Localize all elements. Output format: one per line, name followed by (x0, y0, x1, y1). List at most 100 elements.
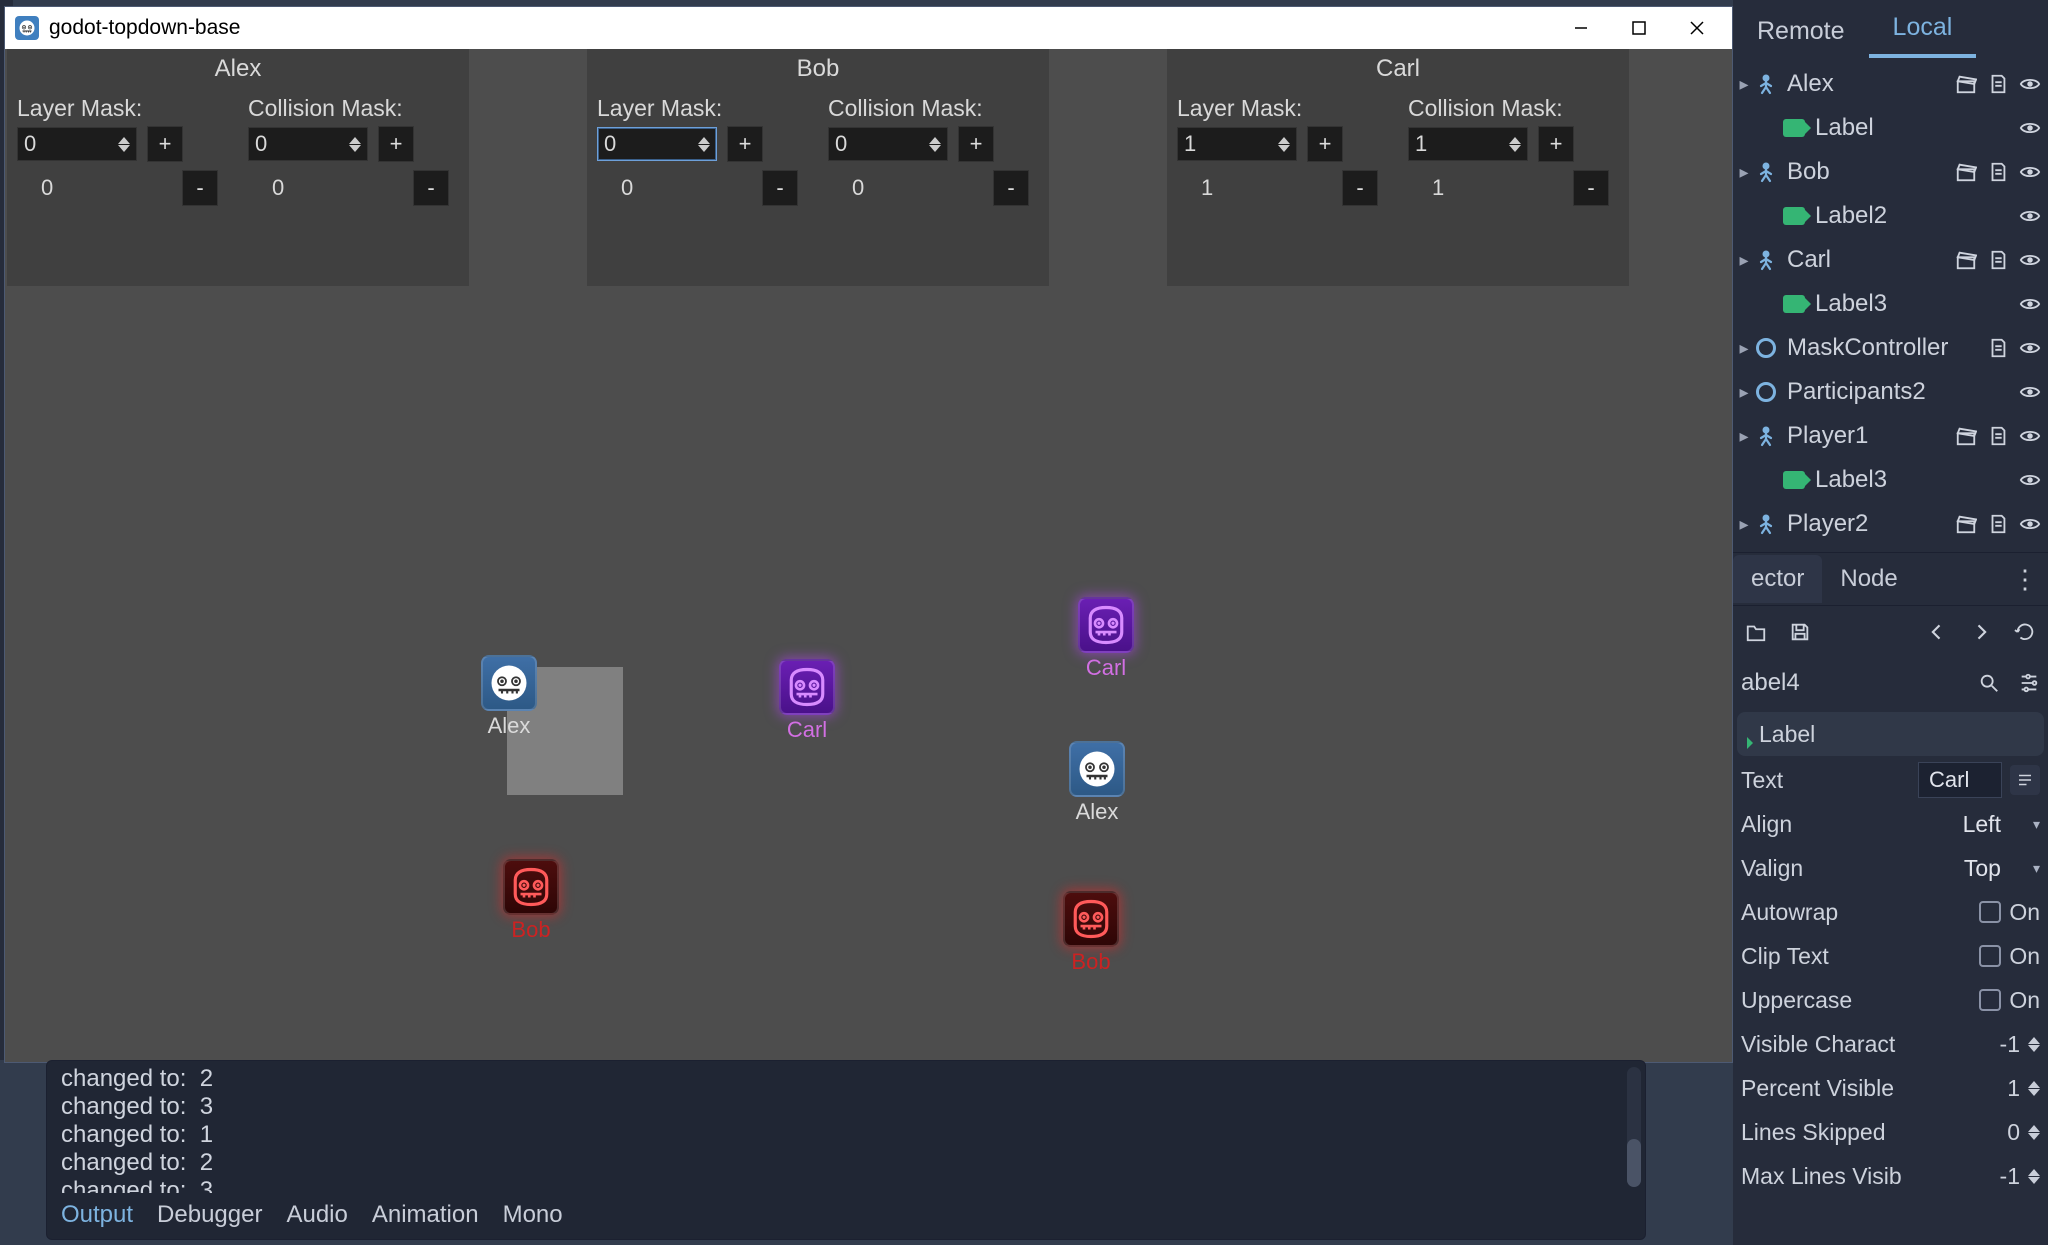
spin-down-icon[interactable] (118, 145, 130, 152)
clapper-icon[interactable] (1954, 160, 1978, 184)
align-dropdown[interactable]: Left▾ (1963, 811, 2040, 838)
text-input[interactable]: Carl (1918, 762, 2002, 798)
tree-node[interactable]: ▸ MaskController (1733, 326, 2048, 370)
inspector-menu-icon[interactable]: ⋮ (2002, 564, 2048, 595)
tree-node[interactable]: ▸ Carl (1733, 238, 2048, 282)
clapper-icon[interactable] (1954, 424, 1978, 448)
eye-icon[interactable] (2018, 424, 2042, 448)
script-icon[interactable] (1986, 512, 2010, 536)
spin-down-icon[interactable] (698, 145, 710, 152)
tab-remote[interactable]: Remote (1733, 7, 1869, 58)
layer-remove-button[interactable]: - (1342, 170, 1378, 206)
search-icon[interactable] (1978, 672, 2000, 694)
collision-add-button[interactable]: + (958, 126, 994, 162)
spin-down-icon[interactable] (929, 145, 941, 152)
eye-icon[interactable] (2018, 160, 2042, 184)
tree-node[interactable]: Label (1733, 106, 2048, 150)
history-icon[interactable] (2012, 619, 2038, 645)
script-icon[interactable] (1986, 248, 2010, 272)
layer-add-button[interactable]: + (1307, 126, 1343, 162)
valign-dropdown[interactable]: Top▾ (1964, 855, 2040, 882)
layer-remove-button[interactable]: - (182, 170, 218, 206)
layer-mask-input[interactable] (1184, 131, 1278, 157)
percent-visible-spinner[interactable] (2028, 1081, 2040, 1096)
max-lines-spinner[interactable] (2028, 1169, 2040, 1184)
eye-icon[interactable] (2018, 72, 2042, 96)
output-console[interactable]: changed to: 2changed to: 3changed to: 1c… (47, 1061, 1645, 1193)
expand-icon[interactable]: ▸ (1737, 426, 1751, 447)
spin-down-icon[interactable] (1278, 145, 1290, 152)
layer-mask-spinbox[interactable] (17, 127, 137, 161)
eye-icon[interactable] (2018, 116, 2042, 140)
console-scrollbar[interactable] (1627, 1067, 1641, 1187)
script-icon[interactable] (1986, 72, 2010, 96)
sprite-alex[interactable]: Alex (1069, 741, 1125, 825)
eye-icon[interactable] (2018, 292, 2042, 316)
sprite-carl[interactable]: Carl (779, 659, 835, 743)
script-icon[interactable] (1986, 160, 2010, 184)
bottom-tab-output[interactable]: Output (61, 1201, 133, 1229)
bottom-tab-audio[interactable]: Audio (286, 1201, 347, 1229)
layer-add-button[interactable]: + (147, 126, 183, 162)
expand-icon[interactable]: ▸ (1737, 162, 1751, 183)
tree-node[interactable]: ▸ Player1 (1733, 414, 2048, 458)
open-icon[interactable] (1743, 619, 1769, 645)
tab-inspector[interactable]: ector (1733, 555, 1822, 603)
expand-text-icon[interactable] (2010, 765, 2040, 795)
sprite-alex[interactable]: Alex (481, 655, 537, 739)
spin-up-icon[interactable] (698, 137, 710, 144)
collision-remove-button[interactable]: - (1573, 170, 1609, 206)
collision-mask-input[interactable] (1415, 131, 1509, 157)
tab-local[interactable]: Local (1869, 3, 1977, 58)
autowrap-checkbox[interactable] (1979, 901, 2001, 923)
bottom-tab-animation[interactable]: Animation (372, 1201, 479, 1229)
sprite-carl[interactable]: Carl (1078, 597, 1134, 681)
spin-up-icon[interactable] (1509, 137, 1521, 144)
tree-node[interactable]: ▸ Player2 (1733, 502, 2048, 546)
tree-node[interactable]: Label2 (1733, 194, 2048, 238)
collision-mask-spinbox[interactable] (828, 127, 948, 161)
spin-up-icon[interactable] (929, 137, 941, 144)
bottom-tab-mono[interactable]: Mono (503, 1201, 563, 1229)
eye-icon[interactable] (2018, 204, 2042, 228)
expand-icon[interactable]: ▸ (1737, 74, 1751, 95)
spin-up-icon[interactable] (349, 137, 361, 144)
sprite-bob[interactable]: Bob (1063, 891, 1119, 975)
layer-mask-input[interactable] (24, 131, 118, 157)
cliptext-checkbox[interactable] (1979, 945, 2001, 967)
layer-mask-spinbox[interactable] (597, 127, 717, 161)
layer-add-button[interactable]: + (727, 126, 763, 162)
collision-mask-spinbox[interactable] (248, 127, 368, 161)
layer-mask-input[interactable] (604, 131, 698, 157)
eye-icon[interactable] (2018, 468, 2042, 492)
lines-skipped-spinner[interactable] (2028, 1125, 2040, 1140)
visible-chars-spinner[interactable] (2028, 1037, 2040, 1052)
expand-icon[interactable]: ▸ (1737, 338, 1751, 359)
collision-mask-spinbox[interactable] (1408, 127, 1528, 161)
eye-icon[interactable] (2018, 512, 2042, 536)
collision-remove-button[interactable]: - (413, 170, 449, 206)
spin-up-icon[interactable] (1278, 137, 1290, 144)
eye-icon[interactable] (2018, 248, 2042, 272)
expand-icon[interactable]: ▸ (1737, 514, 1751, 535)
layer-mask-spinbox[interactable] (1177, 127, 1297, 161)
history-back-icon[interactable] (1924, 619, 1950, 645)
tree-node[interactable]: Label3 (1733, 458, 2048, 502)
history-fwd-icon[interactable] (1968, 619, 1994, 645)
script-icon[interactable] (1986, 424, 2010, 448)
collision-mask-input[interactable] (255, 131, 349, 157)
eye-icon[interactable] (2018, 336, 2042, 360)
spin-up-icon[interactable] (118, 137, 130, 144)
bottom-tab-debugger[interactable]: Debugger (157, 1201, 262, 1229)
inspector-section-label[interactable]: Label (1737, 712, 2044, 756)
layer-remove-button[interactable]: - (762, 170, 798, 206)
spin-down-icon[interactable] (349, 145, 361, 152)
uppercase-checkbox[interactable] (1979, 989, 2001, 1011)
expand-icon[interactable]: ▸ (1737, 250, 1751, 271)
script-icon[interactable] (1986, 336, 2010, 360)
expand-icon[interactable]: ▸ (1737, 382, 1751, 403)
minimize-button[interactable] (1552, 8, 1610, 48)
tree-node[interactable]: ▸ Participants2 (1733, 370, 2048, 414)
close-button[interactable] (1668, 8, 1726, 48)
collision-remove-button[interactable]: - (993, 170, 1029, 206)
